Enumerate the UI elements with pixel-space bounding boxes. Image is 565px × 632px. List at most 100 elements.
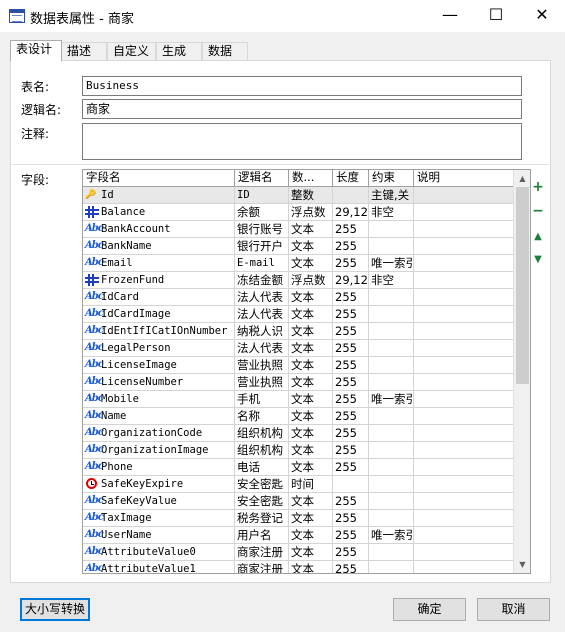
table-row[interactable]: Abc AttributeValue0 商家注册 文本 255 (83, 544, 513, 561)
cell-constraint[interactable] (369, 306, 414, 323)
cell-length[interactable]: 255 (333, 340, 369, 357)
cell-field-name[interactable]: FrozenFund (83, 272, 235, 289)
cell-field-name[interactable]: Abc LicenseNumber (83, 374, 235, 391)
cell-data-type[interactable]: 文本 (289, 493, 333, 510)
cell-length[interactable]: 29,12 (333, 272, 369, 289)
comment-field[interactable] (82, 123, 522, 160)
table-row[interactable]: Abc LicenseNumber 营业执照 文本 255 (83, 374, 513, 391)
cell-note[interactable] (414, 442, 513, 459)
cell-length[interactable]: 255 (333, 357, 369, 374)
cell-field-name[interactable]: Abc IdCardImage (83, 306, 235, 323)
cell-field-name[interactable]: Abc Email (83, 255, 235, 272)
cell-data-type[interactable]: 文本 (289, 544, 333, 561)
table-row[interactable]: Abc IdCard 法人代表 文本 255 (83, 289, 513, 306)
cell-field-name[interactable]: Abc TaxImage (83, 510, 235, 527)
cell-field-name[interactable]: Abc OrganizationCode (83, 425, 235, 442)
cell-note[interactable] (414, 306, 513, 323)
cell-constraint[interactable] (369, 340, 414, 357)
cell-length[interactable]: 255 (333, 493, 369, 510)
cell-constraint[interactable] (369, 544, 414, 561)
cell-logic-name[interactable]: ID (235, 187, 289, 204)
cell-constraint[interactable] (369, 238, 414, 255)
cell-constraint[interactable] (369, 442, 414, 459)
tab-data[interactable]: 数据 (202, 42, 248, 60)
move-up-icon[interactable]: ▲ (531, 230, 545, 244)
cell-field-name[interactable]: Abc AttributeValue1 (83, 561, 235, 573)
cell-note[interactable] (414, 340, 513, 357)
cell-note[interactable] (414, 221, 513, 238)
cell-field-name[interactable]: 🔑 Id (83, 187, 235, 204)
cell-logic-name[interactable]: 商家注册 (235, 544, 289, 561)
cell-note[interactable] (414, 238, 513, 255)
cell-note[interactable] (414, 272, 513, 289)
cell-constraint[interactable]: 非空 (369, 272, 414, 289)
col-data-type[interactable]: 数... (289, 170, 333, 186)
tab-generate[interactable]: 生成 (156, 42, 202, 60)
table-row[interactable]: Abc BankAccount 银行账号 文本 255 (83, 221, 513, 238)
cell-field-name[interactable]: Abc BankAccount (83, 221, 235, 238)
col-constraint[interactable]: 约束 (369, 170, 414, 186)
scroll-thumb[interactable] (516, 187, 529, 384)
cell-logic-name[interactable]: 营业执照 (235, 357, 289, 374)
cell-logic-name[interactable]: 名称 (235, 408, 289, 425)
col-note[interactable]: 说明 (414, 170, 513, 186)
close-icon[interactable]: ✕ (519, 0, 565, 32)
cell-constraint[interactable] (369, 561, 414, 573)
cell-data-type[interactable]: 文本 (289, 391, 333, 408)
scroll-down-icon[interactable]: ▼ (514, 556, 530, 573)
cell-length[interactable] (333, 187, 369, 204)
cell-logic-name[interactable]: 税务登记 (235, 510, 289, 527)
table-row[interactable]: Balance 余额 浮点数 29,12 非空 (83, 204, 513, 221)
cell-logic-name[interactable]: 法人代表 (235, 306, 289, 323)
cell-field-name[interactable]: Abc Name (83, 408, 235, 425)
cell-logic-name[interactable]: 安全密匙 (235, 476, 289, 493)
cell-data-type[interactable]: 时间 (289, 476, 333, 493)
cell-logic-name[interactable]: 用户名 (235, 527, 289, 544)
case-convert-button[interactable]: 大小写转换 (20, 598, 90, 621)
cell-logic-name[interactable]: E-mail (235, 255, 289, 272)
cell-constraint[interactable] (369, 408, 414, 425)
cell-logic-name[interactable]: 法人代表 (235, 289, 289, 306)
table-row[interactable]: 🔑 Id ID 整数 主键,关 (83, 187, 513, 204)
tab-description[interactable]: 描述 (61, 42, 107, 60)
cell-data-type[interactable]: 文本 (289, 527, 333, 544)
cell-note[interactable] (414, 255, 513, 272)
cell-note[interactable] (414, 391, 513, 408)
cell-field-name[interactable]: Abc BankName (83, 238, 235, 255)
cell-data-type[interactable]: 文本 (289, 221, 333, 238)
cell-field-name[interactable]: Balance (83, 204, 235, 221)
cell-data-type[interactable]: 浮点数 (289, 204, 333, 221)
cell-field-name[interactable]: Abc IdCard (83, 289, 235, 306)
cell-field-name[interactable]: SafeKeyExpire (83, 476, 235, 493)
cell-constraint[interactable] (369, 510, 414, 527)
cell-length[interactable]: 255 (333, 561, 369, 573)
cell-logic-name[interactable]: 冻结金额 (235, 272, 289, 289)
cell-constraint[interactable] (369, 493, 414, 510)
cell-logic-name[interactable]: 手机 (235, 391, 289, 408)
cell-note[interactable] (414, 527, 513, 544)
cell-constraint[interactable] (369, 289, 414, 306)
cell-field-name[interactable]: Abc Phone (83, 459, 235, 476)
cell-logic-name[interactable]: 安全密匙 (235, 493, 289, 510)
cell-data-type[interactable]: 浮点数 (289, 272, 333, 289)
table-row[interactable]: Abc Name 名称 文本 255 (83, 408, 513, 425)
logic-name-field[interactable]: 商家 (82, 99, 522, 119)
table-row[interactable]: Abc IdEntIfICatIOnNumber 纳税人识 文本 255 (83, 323, 513, 340)
cell-field-name[interactable]: Abc Mobile (83, 391, 235, 408)
cell-constraint[interactable] (369, 425, 414, 442)
table-row[interactable]: Abc Phone 电话 文本 255 (83, 459, 513, 476)
cell-length[interactable]: 255 (333, 289, 369, 306)
cell-note[interactable] (414, 374, 513, 391)
table-row[interactable]: Abc TaxImage 税务登记 文本 255 (83, 510, 513, 527)
cell-logic-name[interactable]: 商家注册 (235, 561, 289, 573)
cell-field-name[interactable]: Abc AttributeValue0 (83, 544, 235, 561)
cell-data-type[interactable]: 文本 (289, 238, 333, 255)
cell-length[interactable]: 255 (333, 374, 369, 391)
cell-constraint[interactable] (369, 221, 414, 238)
table-row[interactable]: Abc BankName 银行开户 文本 255 (83, 238, 513, 255)
cell-logic-name[interactable]: 银行开户 (235, 238, 289, 255)
cell-length[interactable]: 255 (333, 306, 369, 323)
cell-length[interactable]: 255 (333, 391, 369, 408)
col-field-name[interactable]: 字段名 (83, 170, 235, 186)
cell-data-type[interactable]: 文本 (289, 510, 333, 527)
